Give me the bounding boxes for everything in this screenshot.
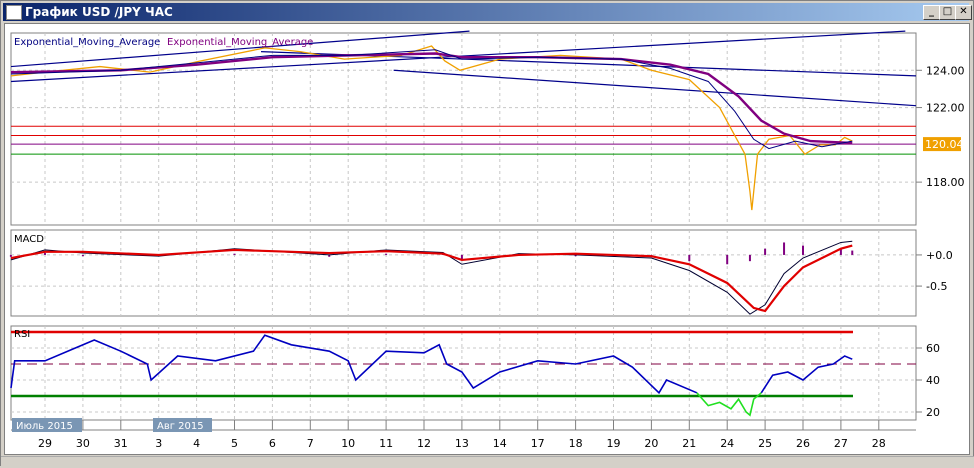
- chart-svg[interactable]: 29 30 31 3 4 5 6 7 10 11 12 13 14 17 18 19 20 21 24 25 26 27 2…: [0, 0, 974, 466]
- y-tick-label: 40: [926, 374, 940, 387]
- x-tick-label: 31: [114, 437, 128, 450]
- legend-ema-fast: Exponential_Moving_Average: [14, 37, 160, 48]
- x-tick-label: 17: [531, 437, 545, 450]
- x-tick-label: 28: [872, 437, 886, 450]
- x-tick-label: 13: [455, 437, 469, 450]
- y-tick-label: 118.00: [926, 176, 965, 189]
- x-tick-label: 25: [758, 437, 772, 450]
- y-tick-label: -0.5: [926, 280, 947, 293]
- y-tick-label: +0.0: [926, 249, 953, 262]
- x-tick-label: 18: [569, 437, 583, 450]
- y-tick-label: 20: [926, 406, 940, 419]
- x-tick-label: 5: [231, 437, 238, 450]
- macd-label: MACD: [14, 234, 44, 245]
- x-tick-label: 10: [341, 437, 355, 450]
- x-tick-label: 27: [834, 437, 848, 450]
- x-tick-label: 24: [720, 437, 734, 450]
- x-tick-label: 4: [193, 437, 200, 450]
- month-label: Июль 2015: [16, 421, 73, 432]
- x-tick-label: 26: [796, 437, 810, 450]
- x-tick-label: 30: [76, 437, 90, 450]
- x-tick-label: 7: [307, 437, 314, 450]
- legend-ema-slow: Exponential_Moving_Average: [167, 37, 313, 48]
- panel-macd: [10, 229, 917, 317]
- x-tick-label: 14: [493, 437, 507, 450]
- x-tick-label: 6: [269, 437, 276, 450]
- x-tick-label: 12: [417, 437, 431, 450]
- y-tick-label: 122.00: [926, 102, 965, 115]
- y-tick-label: 124.00: [926, 64, 965, 77]
- x-tick-label: 20: [644, 437, 658, 450]
- panel-price: [10, 32, 917, 226]
- x-tick-label: 19: [607, 437, 621, 450]
- month-label: Авг 2015: [157, 421, 204, 432]
- x-tick-label: 3: [155, 437, 162, 450]
- x-tick-label: 11: [379, 437, 393, 450]
- current-price-label: 120.04: [925, 138, 964, 151]
- x-tick-label: 29: [38, 437, 52, 450]
- rsi-label: RSI: [14, 329, 30, 340]
- x-tick-label: 21: [682, 437, 696, 450]
- y-tick-label: 60: [926, 342, 940, 355]
